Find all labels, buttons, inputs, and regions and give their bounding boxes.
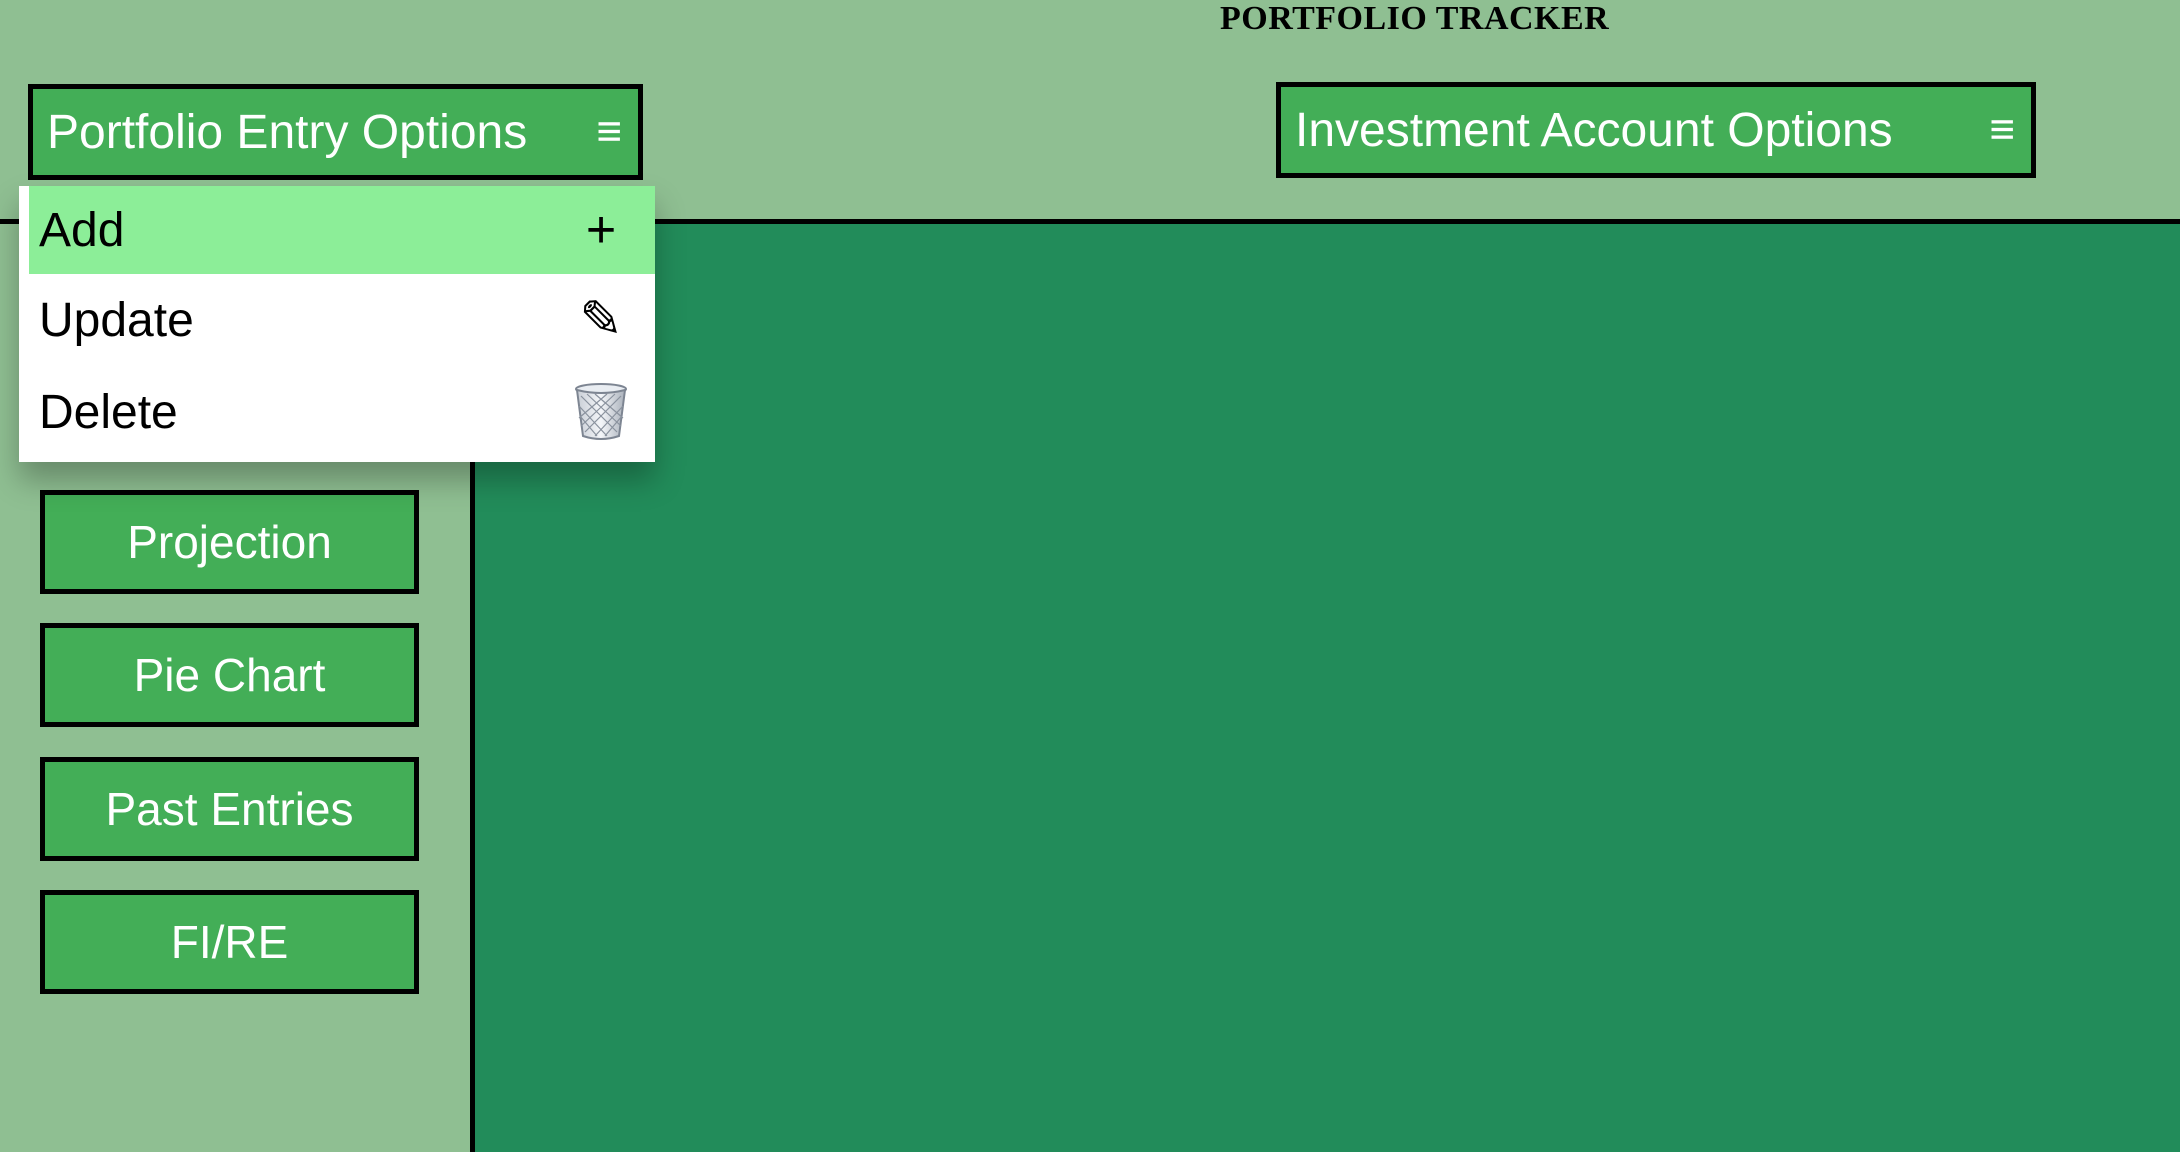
hamburger-menu-icon: ≡ [1989, 105, 2015, 154]
pie-chart-button[interactable]: Pie Chart [40, 623, 419, 727]
dropdown-item-label: Update [39, 293, 194, 347]
dropdown-item-delete[interactable]: Delete [19, 368, 655, 456]
investment-account-options-label: Investment Account Options [1295, 103, 1893, 157]
portfolio-entry-options-button[interactable]: Portfolio Entry Options ≡ [28, 84, 643, 180]
projection-button[interactable]: Projection [40, 490, 419, 594]
page-title: PORTFOLIO TRACKER [1220, 0, 1610, 37]
trash-can-icon [571, 382, 631, 442]
dropdown-item-update[interactable]: Update ✎ [19, 276, 655, 364]
pencil-icon: ✎ [579, 291, 623, 349]
dropdown-item-label: Delete [39, 385, 178, 439]
portfolio-entry-dropdown: Add + Update ✎ Delete [19, 186, 655, 462]
dropdown-item-label: Add [39, 203, 125, 257]
past-entries-button[interactable]: Past Entries [40, 757, 419, 861]
portfolio-entry-options-label: Portfolio Entry Options [47, 105, 528, 159]
investment-account-options-button[interactable]: Investment Account Options ≡ [1276, 82, 2036, 178]
plus-icon: + [585, 201, 617, 259]
dropdown-item-add[interactable]: Add + [29, 186, 655, 274]
hamburger-menu-icon: ≡ [596, 107, 622, 156]
fire-button[interactable]: FI/RE [40, 890, 419, 994]
main-content-panel [475, 224, 2180, 1152]
